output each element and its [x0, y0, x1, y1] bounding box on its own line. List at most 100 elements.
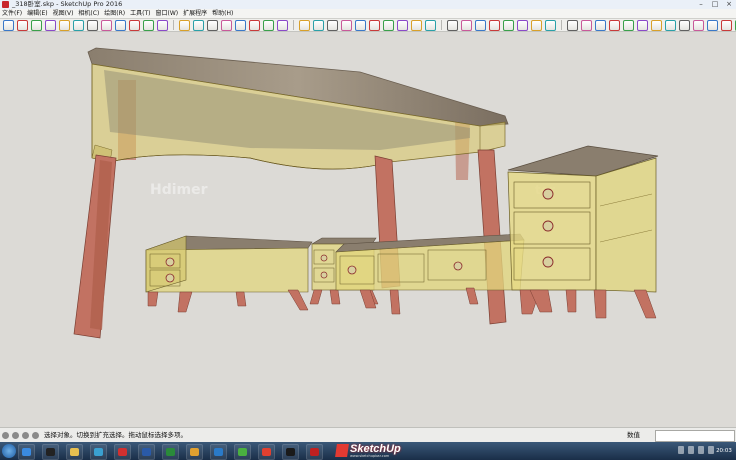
select-icon[interactable] [3, 20, 14, 31]
next-icon[interactable] [383, 20, 394, 31]
model-drawing: Hdimer ter [73, 47, 659, 339]
shadows-icon[interactable] [531, 20, 542, 31]
group-icon[interactable] [475, 20, 486, 31]
arc-icon[interactable] [59, 20, 70, 31]
drape-icon[interactable] [651, 20, 662, 31]
push-pull-icon[interactable] [115, 20, 126, 31]
close-button[interactable]: × [724, 0, 734, 8]
menu-draw[interactable]: 绘图(R) [102, 9, 128, 18]
zoom-icon[interactable] [327, 20, 338, 31]
green-app-icon[interactable] [234, 444, 251, 460]
walk-icon[interactable] [411, 20, 422, 31]
media-icon[interactable] [90, 444, 107, 460]
component-icon[interactable] [461, 20, 472, 31]
menu-edit[interactable]: 编辑(E) [25, 9, 50, 18]
sketchup-app-icon [2, 1, 9, 8]
eraser-icon[interactable] [17, 20, 28, 31]
dresser[interactable] [507, 145, 659, 319]
soften-icon[interactable] [581, 20, 592, 31]
taskbar: SketchUp www.sketchupbar.com 20:03 [0, 442, 736, 460]
styles-icon[interactable] [517, 20, 528, 31]
tray-icon[interactable] [688, 446, 694, 454]
zoom-extents-icon[interactable] [355, 20, 366, 31]
maximize-button[interactable]: □ [710, 0, 720, 8]
toolbar-separator [293, 20, 294, 30]
instructor-icon[interactable] [32, 432, 39, 439]
excel-icon[interactable] [162, 444, 179, 460]
polygon-icon[interactable] [101, 20, 112, 31]
clock: 20:03 [716, 448, 732, 454]
pan-icon[interactable] [313, 20, 324, 31]
warehouse-icon[interactable] [693, 20, 704, 31]
offset-icon[interactable] [179, 20, 190, 31]
smoove-icon[interactable] [623, 20, 634, 31]
scale-icon[interactable] [157, 20, 168, 31]
media-player-icon[interactable] [282, 444, 299, 460]
zoom-window-icon[interactable] [341, 20, 352, 31]
sketchup-icon[interactable] [114, 444, 131, 460]
stamp-icon[interactable] [637, 20, 648, 31]
fog-icon[interactable] [545, 20, 556, 31]
status-bar: 选择对象。切换到扩充选择。拖动鼠标选择多项。 数值 [0, 427, 736, 443]
3d-text-icon[interactable] [277, 20, 288, 31]
tray-icon[interactable] [678, 446, 684, 454]
start-button[interactable] [2, 444, 16, 458]
previous-icon[interactable] [369, 20, 380, 31]
model-viewport[interactable]: Hdimer ter [0, 32, 736, 427]
follow-me-icon[interactable] [193, 20, 204, 31]
measurements-input[interactable] [655, 430, 735, 442]
minimize-button[interactable]: – [696, 0, 706, 8]
toolbar-separator [441, 20, 442, 30]
menu-extensions[interactable]: 扩展程序 [181, 9, 210, 18]
chrome-icon[interactable] [258, 444, 275, 460]
network-icon[interactable] [698, 446, 704, 454]
look-around-icon[interactable] [425, 20, 436, 31]
menu-help[interactable]: 帮助(H) [210, 9, 236, 18]
ie-icon[interactable] [18, 444, 35, 460]
protractor-icon[interactable] [221, 20, 232, 31]
status-icons [2, 432, 39, 439]
sketchup-logo: SketchUp www.sketchupbar.com [335, 443, 406, 459]
browser-icon[interactable] [186, 444, 203, 460]
sandbox-from-contours-icon[interactable] [595, 20, 606, 31]
rectangle-icon[interactable] [73, 20, 84, 31]
status-message: 选择对象。切换到扩充选择。拖动鼠标选择多项。 [44, 431, 187, 439]
outliner-icon[interactable] [489, 20, 500, 31]
dimension-icon[interactable] [249, 20, 260, 31]
add-detail-icon[interactable] [665, 20, 676, 31]
section-plane-icon[interactable] [447, 20, 458, 31]
circle-icon[interactable] [87, 20, 98, 31]
sandbox-from-scratch-icon[interactable] [609, 20, 620, 31]
layout-icon[interactable] [721, 20, 732, 31]
menu-window[interactable]: 窗口(W) [154, 9, 182, 18]
nightstand-left[interactable] [145, 235, 313, 313]
match-photo-icon[interactable] [567, 20, 578, 31]
autocad-icon[interactable] [306, 444, 323, 460]
word-icon[interactable] [138, 444, 155, 460]
folder-icon[interactable] [66, 444, 83, 460]
layers-icon[interactable] [503, 20, 514, 31]
k-app-icon[interactable] [210, 444, 227, 460]
menu-tools[interactable]: 工具(T) [128, 9, 153, 18]
system-tray [678, 446, 714, 454]
qq-icon[interactable] [42, 444, 59, 460]
extension-warehouse-icon[interactable] [707, 20, 718, 31]
rotate-icon[interactable] [143, 20, 154, 31]
move-icon[interactable] [129, 20, 140, 31]
position-camera-icon[interactable] [397, 20, 408, 31]
menu-view[interactable]: 视图(V) [51, 9, 77, 18]
help-icon[interactable] [22, 432, 29, 439]
flip-edge-icon[interactable] [679, 20, 690, 31]
credits-icon[interactable] [12, 432, 19, 439]
axes-icon[interactable] [263, 20, 274, 31]
menu-bar: 文件(F) 编辑(E) 视图(V) 相机(C) 绘图(R) 工具(T) 窗口(W… [0, 9, 736, 19]
text-icon[interactable] [235, 20, 246, 31]
tape-icon[interactable] [207, 20, 218, 31]
line-icon[interactable] [45, 20, 56, 31]
main-toolbar [0, 19, 736, 32]
orbit-icon[interactable] [299, 20, 310, 31]
menu-file[interactable]: 文件(F) [0, 9, 25, 18]
paint-icon[interactable] [31, 20, 42, 31]
menu-camera[interactable]: 相机(C) [76, 9, 102, 18]
geo-location-icon[interactable] [2, 432, 9, 439]
